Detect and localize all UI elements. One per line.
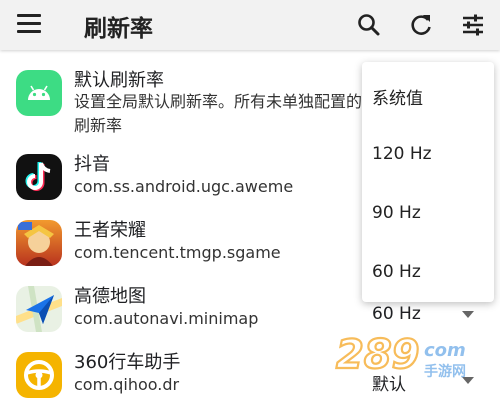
app-package: com.ss.android.ugc.aweme [74, 177, 294, 196]
list-item[interactable]: 360行车助手 com.qihoo.dr 默认 [0, 344, 500, 410]
honor-of-kings-icon [16, 220, 62, 266]
douyin-icon [16, 154, 62, 200]
menu-option-90hz[interactable]: 90 Hz [372, 203, 421, 223]
app-name: 360行车助手 [74, 352, 181, 373]
steering-wheel-icon [16, 352, 62, 398]
page-title: 刷新率 [84, 16, 153, 42]
search-icon[interactable] [356, 12, 382, 38]
app-package: com.autonavi.minimap [74, 309, 259, 328]
app-package: com.qihoo.dr [74, 375, 180, 394]
amap-icon [16, 286, 62, 332]
chevron-down-icon[interactable] [462, 377, 474, 384]
app-package: com.tencent.tmgp.sgame [74, 243, 281, 262]
app-bar: 刷新率 [0, 0, 500, 50]
menu-option-60hz[interactable]: 60 Hz [372, 262, 421, 282]
chevron-down-icon[interactable] [462, 311, 474, 318]
android-icon [16, 70, 62, 116]
app-name: 高德地图 [74, 286, 146, 307]
tune-icon[interactable] [460, 12, 486, 38]
app-name: 抖音 [74, 154, 110, 175]
app-name: 默认刷新率 [74, 70, 164, 91]
refresh-icon[interactable] [408, 12, 434, 38]
refresh-rate-menu: 系统值 120 Hz 90 Hz 60 Hz [362, 62, 494, 302]
refresh-rate-select[interactable]: 60 Hz [372, 304, 421, 324]
refresh-rate-select[interactable]: 默认 [372, 370, 406, 395]
menu-option-system[interactable]: 系统值 [372, 84, 423, 109]
menu-icon[interactable] [17, 14, 41, 34]
menu-option-120hz[interactable]: 120 Hz [372, 144, 432, 164]
app-name: 王者荣耀 [74, 220, 146, 241]
